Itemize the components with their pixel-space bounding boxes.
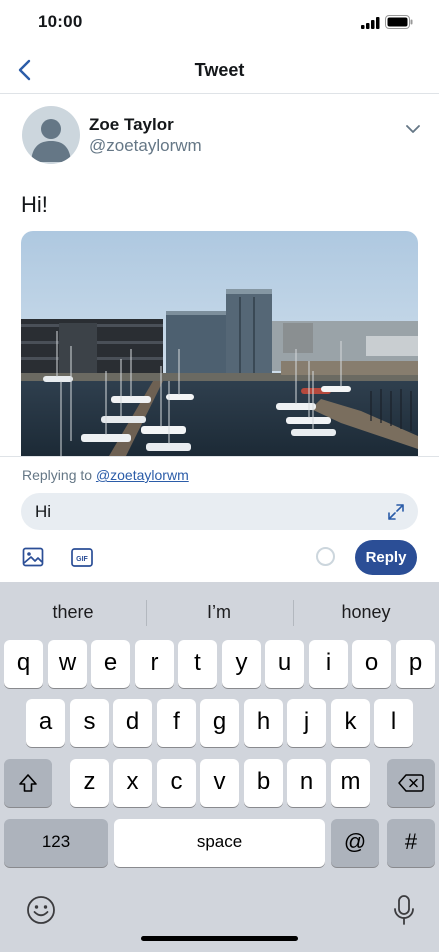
key-c[interactable]: c [157, 759, 196, 807]
key-j[interactable]: j [287, 699, 326, 747]
key-g[interactable]: g [200, 699, 239, 747]
space-key[interactable]: space [114, 819, 325, 867]
tweet-text: Hi! [21, 192, 48, 217]
add-image-icon[interactable] [22, 546, 44, 568]
cellular-signal-icon [361, 17, 380, 29]
status-bar: 10:00 [0, 0, 439, 46]
key-z[interactable]: z [70, 759, 109, 807]
replying-to-prefix: Replying to [22, 467, 96, 483]
key-m[interactable]: m [331, 759, 370, 807]
reply-button[interactable]: Reply [355, 540, 417, 575]
key-v[interactable]: v [200, 759, 239, 807]
emoji-icon[interactable] [26, 895, 56, 925]
nav-bar: Tweet [0, 46, 439, 94]
key-i[interactable]: i [309, 640, 348, 688]
key-e[interactable]: e [91, 640, 130, 688]
replying-to-handle-link[interactable]: @zoetaylorwm [96, 467, 189, 483]
home-indicator[interactable] [141, 936, 298, 941]
microphone-icon[interactable] [392, 894, 416, 926]
character-counter-ring [316, 547, 335, 566]
key-t[interactable]: t [178, 640, 217, 688]
expand-icon[interactable] [386, 502, 406, 522]
key-a[interactable]: a [26, 699, 65, 747]
shift-arrow-icon [19, 774, 37, 792]
suggestion-3[interactable]: honey [293, 602, 439, 623]
key-b[interactable]: b [244, 759, 283, 807]
key-l[interactable]: l [374, 699, 413, 747]
key-w[interactable]: w [48, 640, 87, 688]
hash-key[interactable]: # [387, 819, 435, 867]
reply-input-text[interactable]: Hi [35, 502, 51, 522]
key-o[interactable]: o [352, 640, 391, 688]
author-handle[interactable]: @zoetaylorwm [89, 136, 202, 156]
battery-icon [385, 15, 413, 29]
chevron-down-icon[interactable] [402, 118, 424, 140]
suggestion-2[interactable]: I’m [146, 602, 292, 623]
replying-to-label: Replying to @zoetaylorwm [22, 467, 189, 483]
suggestion-bar: there I’m honey [0, 582, 439, 642]
numbers-key[interactable]: 123 [4, 819, 108, 867]
page-title: Tweet [194, 60, 245, 80]
key-f[interactable]: f [157, 699, 196, 747]
key-x[interactable]: x [113, 759, 152, 807]
tweet-photo[interactable] [21, 231, 418, 456]
reply-input[interactable]: Hi [21, 493, 418, 530]
status-time: 10:00 [38, 12, 83, 31]
key-r[interactable]: r [135, 640, 174, 688]
key-h[interactable]: h [244, 699, 283, 747]
suggestion-1[interactable]: there [0, 602, 146, 623]
key-k[interactable]: k [331, 699, 370, 747]
key-d[interactable]: d [113, 699, 152, 747]
gif-icon[interactable]: GIF [71, 548, 93, 567]
key-n[interactable]: n [287, 759, 326, 807]
reply-composer: Replying to @zoetaylorwm Hi GIF Reply [0, 456, 439, 582]
key-y[interactable]: y [222, 640, 261, 688]
at-key[interactable]: @ [331, 819, 379, 867]
key-u[interactable]: u [265, 640, 304, 688]
avatar[interactable] [22, 106, 80, 164]
default-avatar-icon [31, 119, 71, 162]
backspace-key[interactable] [387, 759, 435, 807]
backspace-icon [398, 774, 424, 792]
key-p[interactable]: p [396, 640, 435, 688]
keyboard: there I’m honey q w e r t y u i o p a s … [0, 582, 439, 952]
key-s[interactable]: s [70, 699, 109, 747]
author-name[interactable]: Zoe Taylor [89, 115, 174, 135]
shift-key[interactable] [4, 759, 52, 807]
tweet-header: Zoe Taylor @zoetaylorwm [0, 104, 439, 170]
gif-label: GIF [76, 556, 88, 563]
key-q[interactable]: q [4, 640, 43, 688]
